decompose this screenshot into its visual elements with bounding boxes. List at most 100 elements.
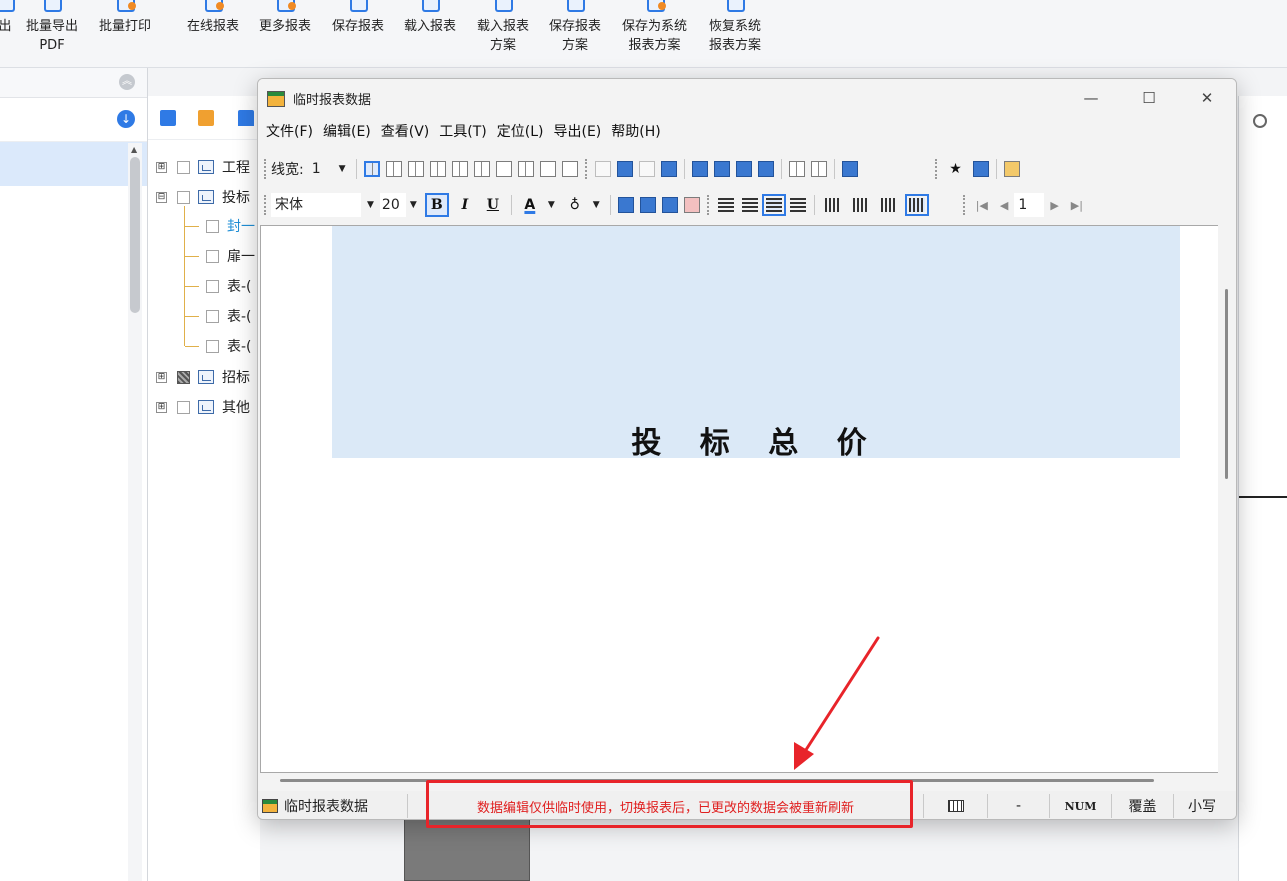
line-width-dropdown-icon[interactable]: ▼	[339, 164, 346, 174]
equal-height-icon[interactable]	[810, 161, 827, 177]
bold-button[interactable]: B	[424, 193, 449, 217]
minimize-button[interactable]: —	[1062, 79, 1120, 117]
cell-style-icon[interactable]	[639, 197, 656, 213]
checkbox-partial[interactable]	[177, 370, 190, 384]
left-panel-selected-row[interactable]	[0, 142, 147, 186]
diagonal-up-icon[interactable]	[561, 161, 578, 177]
split-cells-icon[interactable]	[616, 161, 633, 177]
clear-format-icon[interactable]	[683, 197, 700, 213]
font-size-dropdown-icon[interactable]: ▼	[410, 200, 417, 210]
expand-icon[interactable]: ⊞	[156, 401, 167, 413]
toolbar-grip[interactable]	[584, 159, 588, 179]
save-report-button[interactable]: 保存报表	[332, 0, 384, 36]
align-left-icon[interactable]	[741, 198, 758, 212]
insert-row-before-icon[interactable]	[691, 161, 708, 177]
prev-page-icon[interactable]: ◀	[1000, 199, 1008, 212]
valign-distributed-icon[interactable]	[904, 194, 929, 216]
canvas-vertical-scrollbar[interactable]	[1218, 225, 1236, 773]
insert-col-before-icon[interactable]	[735, 161, 752, 177]
left-panel-scrollbar[interactable]: ▲	[128, 143, 142, 881]
page-number-input[interactable]: 1	[1014, 193, 1045, 217]
underline-button[interactable]: U	[481, 193, 505, 217]
favorite-star-icon[interactable]: ★	[944, 157, 968, 181]
load-report-button[interactable]: 载入报表	[404, 0, 456, 36]
checkbox[interactable]	[177, 160, 190, 174]
font-color-dropdown-icon[interactable]: ▼	[548, 200, 555, 210]
align-justify-icon[interactable]	[717, 198, 734, 212]
menu-view[interactable]: 查看(V)	[381, 121, 430, 141]
italic-button[interactable]: I	[453, 193, 477, 217]
checkbox[interactable]	[177, 190, 190, 204]
toolbar-grip[interactable]	[962, 195, 966, 215]
tree-child-flyleaf[interactable]: 扉一	[206, 246, 255, 266]
tree-child-table-2[interactable]: 表-(	[206, 306, 252, 326]
table-format-icon[interactable]	[661, 197, 678, 213]
line-width-value[interactable]: 1	[312, 161, 321, 177]
canvas-vertical-scroll-thumb[interactable]	[1225, 289, 1228, 479]
expand-icon[interactable]: ⊞	[156, 371, 167, 383]
tree-child-cover[interactable]: 封一	[206, 216, 255, 236]
selected-cell-region[interactable]: 投 标 总 价	[332, 226, 1180, 461]
calculator-icon[interactable]	[972, 161, 989, 177]
font-family-dropdown-icon[interactable]: ▼	[367, 200, 374, 210]
insert-column-icon[interactable]	[660, 161, 677, 177]
close-button[interactable]: ✕	[1178, 79, 1236, 117]
border-left-icon[interactable]	[385, 161, 402, 177]
tree-child-table-3[interactable]: 表-(	[206, 336, 252, 356]
delete-icon[interactable]	[238, 110, 254, 126]
menu-tools[interactable]: 工具(T)	[439, 121, 486, 141]
batch-export-pdf-button[interactable]: 批量导出 PDF	[26, 0, 78, 55]
maximize-button[interactable]: ☐	[1120, 79, 1178, 117]
align-right-icon[interactable]	[789, 198, 806, 212]
toolbar-grip[interactable]	[264, 159, 267, 179]
menu-locate[interactable]: 定位(L)	[497, 121, 544, 141]
diagonal-down-icon[interactable]	[539, 161, 556, 177]
cell-format-icon[interactable]	[617, 197, 634, 213]
save-system-scheme-button[interactable]: 保存为系统 报表方案	[622, 0, 687, 55]
valign-top-icon[interactable]	[824, 198, 841, 212]
settings-folder-icon[interactable]	[1003, 161, 1020, 177]
border-outer-icon[interactable]	[495, 161, 512, 177]
toolbar-grip[interactable]	[264, 195, 267, 215]
checkbox[interactable]	[206, 309, 219, 323]
merge-cells-icon[interactable]	[594, 161, 611, 177]
checkbox[interactable]	[206, 339, 219, 353]
add-report-icon[interactable]	[160, 110, 176, 126]
export-button[interactable]: 出	[0, 0, 16, 36]
tree-node-project[interactable]: ⊞ 工程	[156, 157, 250, 177]
border-top-icon[interactable]	[429, 161, 446, 177]
save-report-scheme-button[interactable]: 保存报表 方案	[549, 0, 601, 55]
add-folder-icon[interactable]	[198, 110, 214, 126]
checkbox[interactable]	[206, 249, 219, 263]
more-reports-button[interactable]: 更多报表	[259, 0, 311, 36]
report-canvas[interactable]: 投 标 总 价	[260, 225, 1218, 773]
restore-system-scheme-button[interactable]: 恢复系统 报表方案	[709, 0, 761, 55]
scroll-up-arrow-icon[interactable]: ▲	[131, 145, 137, 154]
fill-color-dropdown-icon[interactable]: ▼	[593, 200, 600, 210]
report-title-cell[interactable]: 投 标 总 价	[332, 418, 1180, 462]
menu-file[interactable]: 文件(F)	[266, 121, 313, 141]
border-all-icon[interactable]	[517, 161, 534, 177]
first-page-icon[interactable]: |◀	[976, 199, 988, 212]
font-family-select[interactable]: 宋体	[271, 193, 361, 217]
menu-edit[interactable]: 编辑(E)	[323, 121, 371, 141]
last-page-icon[interactable]: ▶|	[1071, 199, 1083, 212]
toolbar-grip[interactable]	[934, 159, 938, 179]
menu-help[interactable]: 帮助(H)	[611, 121, 660, 141]
menu-export[interactable]: 导出(E)	[554, 121, 602, 141]
border-bottom-icon[interactable]	[451, 161, 468, 177]
next-page-icon[interactable]: ▶	[1050, 199, 1058, 212]
tree-node-tender[interactable]: ⊞ 招标	[156, 367, 250, 387]
font-size-select[interactable]: 20	[379, 193, 406, 217]
valign-bottom-icon[interactable]	[880, 198, 897, 212]
toolbar-grip[interactable]	[706, 195, 710, 215]
fill-color-icon[interactable]: ♁	[563, 193, 587, 217]
insert-row-after-icon[interactable]	[713, 161, 730, 177]
insert-row-icon[interactable]	[638, 161, 655, 177]
table-properties-icon[interactable]	[841, 161, 858, 177]
border-right-icon[interactable]	[407, 161, 424, 177]
left-panel-scroll-thumb[interactable]	[130, 157, 140, 313]
insert-col-after-icon[interactable]	[757, 161, 774, 177]
tree-child-table-1[interactable]: 表-(	[206, 276, 252, 296]
zoom-in-icon[interactable]	[1253, 114, 1267, 128]
